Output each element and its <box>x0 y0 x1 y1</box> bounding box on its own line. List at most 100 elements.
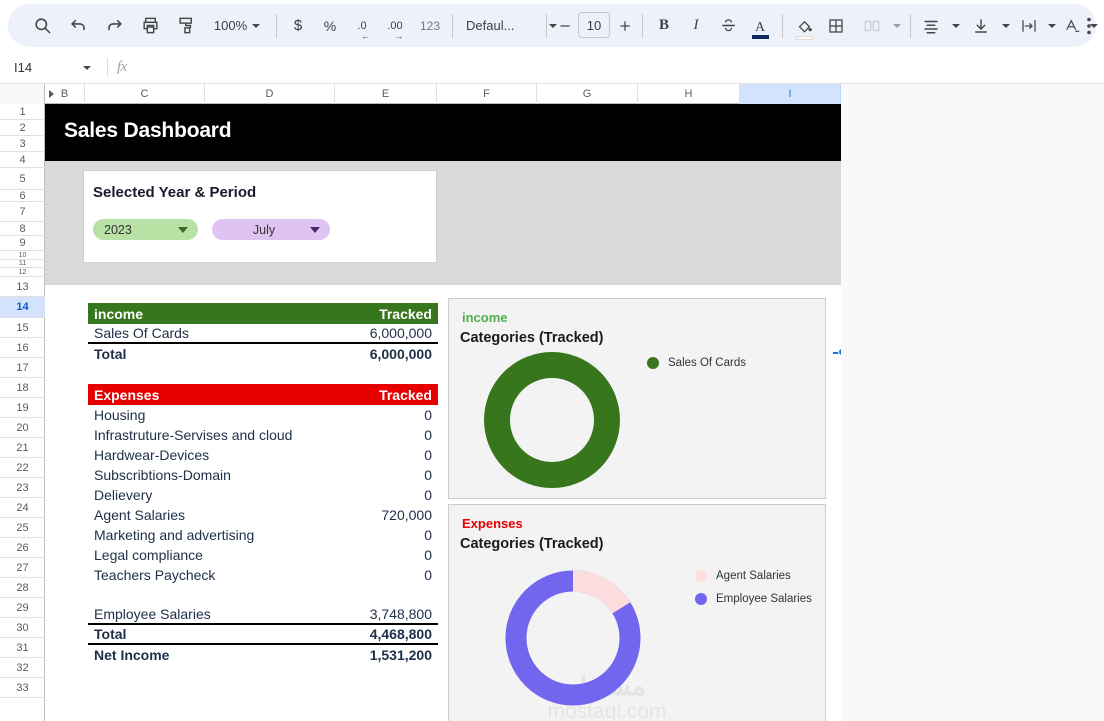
increase-decimal-label: .00 <box>387 19 403 32</box>
row-header-33[interactable]: 33 <box>0 678 45 698</box>
undo-icon[interactable] <box>60 4 96 47</box>
merge-cells-dropdown[interactable] <box>884 4 904 47</box>
row-header-30[interactable]: 30 <box>0 618 45 638</box>
row-header-4[interactable]: 4 <box>0 152 45 168</box>
row-header-15[interactable]: 15 <box>0 318 45 338</box>
table-row: Housing 0 <box>88 405 438 425</box>
row-header-6[interactable]: 6 <box>0 190 45 202</box>
decrease-font-size-button[interactable] <box>552 4 578 47</box>
row-header-5[interactable]: 5 <box>0 168 45 190</box>
row-header-11[interactable]: 11 <box>0 260 45 268</box>
column-header-F[interactable]: F <box>437 84 537 104</box>
table-row: Sales Of Cards 6,000,000 <box>88 324 438 344</box>
row-header-25[interactable]: 25 <box>0 518 45 538</box>
row-header-17[interactable]: 17 <box>0 358 45 378</box>
row-header-20[interactable]: 20 <box>0 418 45 438</box>
column-header-D[interactable]: D <box>205 84 335 104</box>
vertical-align-icon[interactable] <box>966 4 996 47</box>
paint-format-icon[interactable] <box>168 4 204 47</box>
vertical-align-dropdown[interactable] <box>994 4 1012 47</box>
row-header-21[interactable]: 21 <box>0 438 45 458</box>
chevron-down-icon <box>310 227 320 233</box>
row-header-12[interactable]: 12 <box>0 268 45 277</box>
column-header-label: E <box>381 88 390 100</box>
currency-format-button[interactable]: $ <box>282 4 314 47</box>
row-value: 6,000,000 <box>369 325 432 341</box>
row-header-column: 1 2 3 4 5 6 7 8 9 10 11 12 13 14 15 16 1… <box>0 104 45 721</box>
period-dropdown[interactable]: July <box>212 219 330 240</box>
row-header-29[interactable]: 29 <box>0 598 45 618</box>
percent-format-button[interactable]: % <box>314 4 346 47</box>
more-formats-button[interactable]: 123 <box>412 4 448 47</box>
search-icon[interactable] <box>24 4 60 47</box>
row-header-2[interactable]: 2 <box>0 120 45 136</box>
horizontal-align-icon[interactable] <box>916 4 946 47</box>
column-header-I[interactable]: I <box>740 84 841 104</box>
text-wrapping-dropdown[interactable] <box>1040 4 1058 47</box>
row-header-14[interactable]: 14 <box>0 297 45 318</box>
employee-salaries-row: Employee Salaries 3,748,800 <box>88 605 438 625</box>
strikethrough-icon[interactable] <box>712 4 744 47</box>
expenses-chart-card[interactable]: Expenses Categories (Tracked) مستقل most… <box>448 504 826 721</box>
income-chart-card[interactable]: income Categories (Tracked) Sales Of Car… <box>448 298 826 499</box>
row-header-22[interactable]: 22 <box>0 458 45 478</box>
horizontal-align-dropdown[interactable] <box>944 4 962 47</box>
row-header-27[interactable]: 27 <box>0 558 45 578</box>
row-header-26[interactable]: 26 <box>0 538 45 558</box>
name-box[interactable]: I14 <box>0 51 105 84</box>
legend-color-swatch <box>647 357 659 369</box>
text-color-icon[interactable]: A <box>744 4 776 47</box>
row-header-19[interactable]: 19 <box>0 398 45 418</box>
table-row: Delievery 0 <box>88 485 438 505</box>
borders-icon[interactable] <box>820 4 852 47</box>
formula-input[interactable] <box>127 51 1104 84</box>
page-title: Sales Dashboard <box>64 119 232 142</box>
toolbar-divider-2 <box>452 14 453 38</box>
column-header-label: D <box>265 88 274 100</box>
column-header-E[interactable]: E <box>335 84 437 104</box>
font-size-input[interactable]: 10 <box>578 12 610 38</box>
row-label: Subscribtions-Domain <box>94 467 231 483</box>
row-header-3[interactable]: 3 <box>0 136 45 152</box>
row-header-7[interactable]: 7 <box>0 202 45 222</box>
legend-label: Employee Salaries <box>716 593 812 605</box>
column-header-G[interactable]: G <box>537 84 638 104</box>
table-spacer-2 <box>88 585 438 605</box>
font-family-selector[interactable]: Defaul... <box>460 12 538 39</box>
more-options-icon[interactable] <box>1076 4 1102 47</box>
row-label: Infrastruture-Servises and cloud <box>94 427 293 443</box>
fill-handle[interactable] <box>838 348 841 356</box>
decrease-decimal-button[interactable]: .0 ← <box>346 4 378 47</box>
column-header-label: H <box>684 88 693 100</box>
row-header-16[interactable]: 16 <box>0 338 45 358</box>
name-box-value: I14 <box>14 59 33 75</box>
row-header-1[interactable]: 1 <box>0 104 45 120</box>
row-header-31[interactable]: 31 <box>0 638 45 658</box>
increase-font-size-button[interactable] <box>612 4 638 47</box>
column-header-C[interactable]: C <box>85 84 205 104</box>
row-header-10[interactable]: 10 <box>0 251 45 260</box>
row-header-9[interactable]: 9 <box>0 236 45 251</box>
row-header-23[interactable]: 23 <box>0 478 45 498</box>
row-header-8[interactable]: 8 <box>0 222 45 236</box>
italic-button[interactable]: I <box>680 4 712 47</box>
row-value: 0 <box>424 427 432 443</box>
income-header-label: income <box>94 305 144 322</box>
select-all-corner[interactable] <box>0 84 45 104</box>
increase-decimal-button[interactable]: .00 → <box>378 4 412 47</box>
row-header-24[interactable]: 24 <box>0 498 45 518</box>
year-dropdown[interactable]: 2023 <box>93 219 198 240</box>
redo-icon[interactable] <box>96 4 132 47</box>
zoom-selector[interactable]: 100% <box>204 4 270 47</box>
row-header-28[interactable]: 28 <box>0 578 45 598</box>
column-header-H[interactable]: H <box>638 84 740 104</box>
print-icon[interactable] <box>132 4 168 47</box>
row-header-13[interactable]: 13 <box>0 277 45 297</box>
column-collapse-arrow-icon[interactable] <box>49 90 54 98</box>
row-header-32[interactable]: 32 <box>0 658 45 678</box>
fill-color-icon[interactable] <box>788 4 820 47</box>
chevron-down-icon <box>252 23 261 28</box>
row-header-18[interactable]: 18 <box>0 378 45 398</box>
legend-color-swatch <box>695 593 707 605</box>
bold-button[interactable]: B <box>648 4 680 47</box>
